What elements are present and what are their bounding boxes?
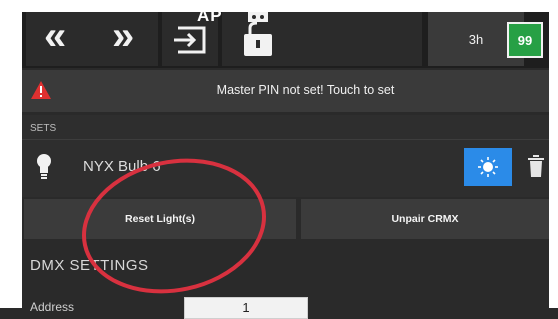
lock-button[interactable] — [222, 12, 422, 66]
light-name[interactable]: NYX Bulb 6 — [83, 158, 161, 175]
nav-segment: « » — [26, 12, 158, 66]
battery-indicator: 99 — [507, 22, 543, 58]
alert-text: Master PIN not set! Touch to set — [216, 83, 395, 97]
screen-frame-top — [0, 0, 558, 12]
dmx-address-field[interactable]: 1 — [184, 297, 308, 319]
exit-arrow-icon — [174, 26, 206, 54]
sun-icon — [478, 157, 498, 177]
reset-lights-button[interactable]: Reset Light(s) — [24, 199, 296, 239]
light-actions: Reset Light(s) Unpair CRMX — [22, 199, 549, 239]
bulb-icon — [37, 154, 51, 179]
double-chevron-left-icon[interactable]: « — [44, 16, 66, 56]
sets-section: SETS NYX Bulb 6 — [22, 115, 549, 197]
unpair-crmx-button[interactable]: Unpair CRMX — [301, 199, 549, 239]
screen-frame-left — [0, 0, 22, 308]
dmx-address-label: Address — [30, 300, 75, 314]
master-pin-alert[interactable]: Master PIN not set! Touch to set — [22, 70, 549, 112]
trash-icon[interactable] — [528, 155, 544, 177]
section-label: SETS — [30, 123, 57, 134]
locate-light-button[interactable] — [464, 148, 512, 186]
top-toolbar: « » APP 3h 99 — [22, 6, 549, 68]
section-title: DMX SETTINGS — [30, 257, 149, 274]
dmx-settings-section: DMX SETTINGS Address 1 — [22, 242, 549, 319]
double-chevron-right-icon[interactable]: » — [112, 16, 134, 56]
robot-lock-icon — [244, 12, 272, 56]
divider — [22, 139, 549, 140]
screen-frame-right — [549, 0, 558, 308]
